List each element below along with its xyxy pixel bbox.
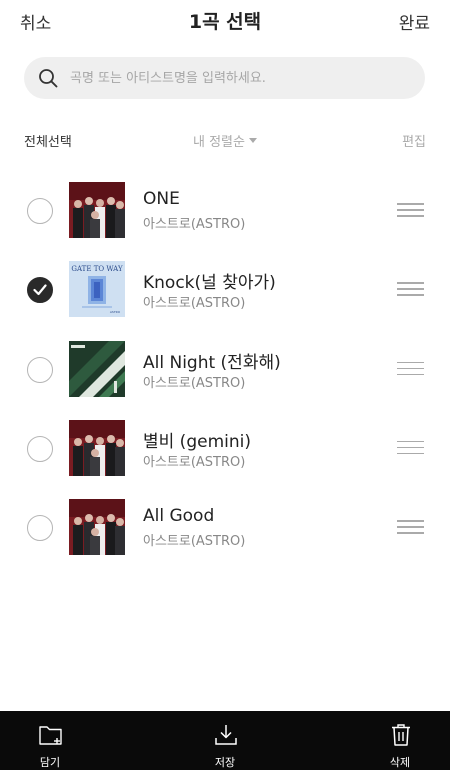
song-row[interactable]: GATE TO WAY ASTRO Knock(널 찾아가) 아스트로(ASTR… <box>0 249 450 328</box>
song-artist: 아스트로(ASTRO) <box>143 217 246 232</box>
album-cover <box>69 419 125 476</box>
song-row[interactable]: ONE 아스트로(ASTRO) <box>0 170 450 249</box>
song-artist: 아스트로(ASTRO) <box>143 296 246 312</box>
download-icon <box>215 725 237 745</box>
song-title: ONE <box>143 189 180 209</box>
song-row[interactable]: All Good 아스트로(ASTRO) <box>0 487 450 566</box>
album-cover <box>69 340 125 397</box>
album-cover: GATE TO WAY ASTRO <box>69 261 125 318</box>
select-checkbox[interactable] <box>27 435 53 462</box>
search-icon <box>39 69 58 88</box>
song-row[interactable]: All Night (전화해) 아스트로(ASTRO) <box>0 329 450 408</box>
song-artist: 아스트로(ASTRO) <box>143 375 246 391</box>
drag-handle-icon[interactable] <box>397 282 424 298</box>
song-artist: 아스트로(ASTRO) <box>143 534 246 550</box>
header: 취소 1곡 선택 완료 <box>0 0 450 44</box>
search-bar[interactable] <box>24 57 425 99</box>
done-button[interactable]: 완료 <box>399 9 430 34</box>
sort-dropdown: 내 정렬순 <box>0 131 450 150</box>
select-checkbox[interactable] <box>27 198 53 224</box>
drag-handle-icon[interactable] <box>397 203 424 219</box>
song-title: All Good <box>143 506 215 527</box>
album-cover <box>69 499 125 556</box>
search-input[interactable] <box>70 57 410 99</box>
cover-brand-text: ASTRO <box>110 310 121 314</box>
drag-handle-icon[interactable] <box>397 361 424 378</box>
song-list: ONE 아스트로(ASTRO) GATE TO WAY ASTRO Knock(… <box>0 170 450 566</box>
list-toolbar: 전체선택 내 정렬순 편집 <box>0 130 450 152</box>
page-title: 1곡 선택 <box>188 11 262 33</box>
cover-title-text: GATE TO WAY <box>71 265 123 273</box>
select-checkbox[interactable] <box>27 356 53 383</box>
folder-add-icon <box>39 726 62 745</box>
select-checkbox[interactable] <box>27 277 53 304</box>
bottom-action-bar: 담기 저장 삭제 <box>0 711 450 770</box>
delete-label: 삭제 <box>389 756 411 769</box>
download-label: 저장 <box>214 756 236 769</box>
add-to-folder-label: 담기 <box>39 756 61 769</box>
delete-button[interactable]: 삭제 <box>360 711 440 770</box>
select-checkbox[interactable] <box>27 515 53 542</box>
sort-label[interactable]: 내 정렬순 <box>193 135 245 150</box>
song-title: 별비 (gemini) <box>143 431 251 452</box>
download-button[interactable]: 저장 <box>185 711 265 770</box>
song-title: All Night (전화해) <box>143 352 281 373</box>
drag-handle-icon[interactable] <box>397 440 424 457</box>
song-row[interactable]: 별비 (gemini) 아스트로(ASTRO) <box>0 408 450 487</box>
caret-down-icon[interactable] <box>248 138 257 143</box>
edit-button[interactable]: 편집 <box>402 131 426 150</box>
album-cover <box>69 182 125 238</box>
song-title: Knock(널 찾아가) <box>143 273 276 294</box>
add-to-folder-button[interactable]: 담기 <box>10 711 90 770</box>
song-artist: 아스트로(ASTRO) <box>143 454 246 470</box>
cancel-button[interactable]: 취소 <box>20 9 51 34</box>
trash-icon <box>392 724 410 746</box>
checkmark-icon <box>33 284 47 296</box>
drag-handle-icon[interactable] <box>397 520 424 536</box>
